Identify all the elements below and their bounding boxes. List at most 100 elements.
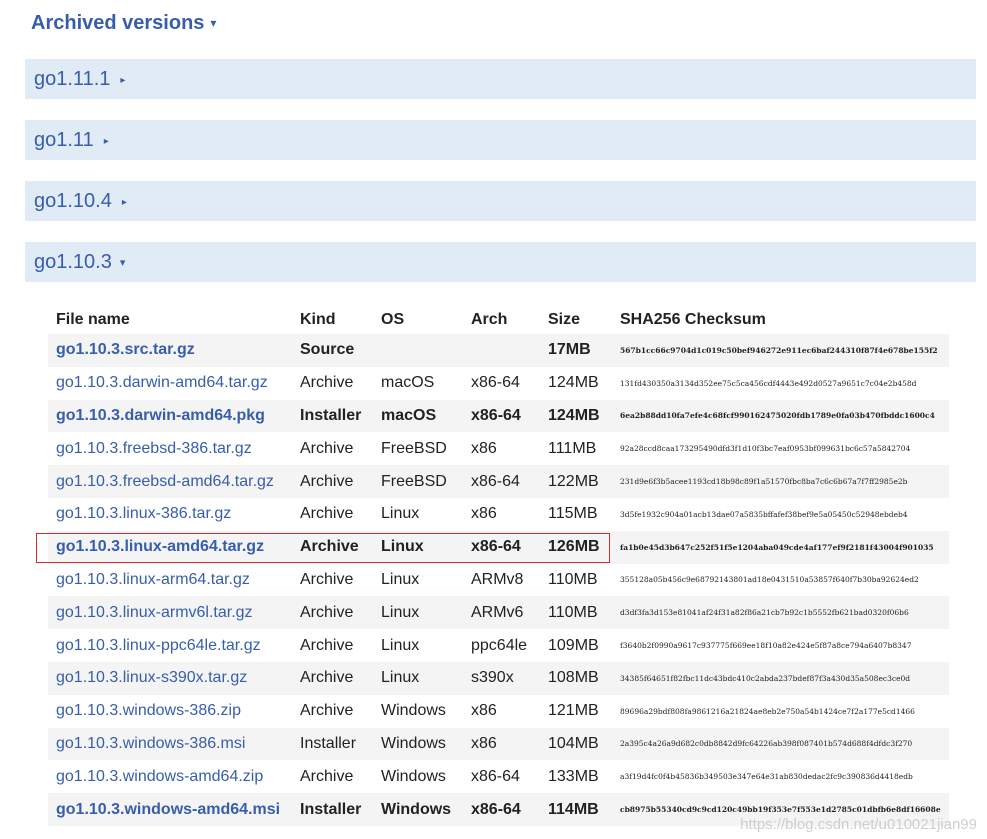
os-cell: Linux [373, 530, 463, 564]
kind-cell: Installer [292, 727, 373, 761]
sha256-cell: d3df3fa3d153e81041af24f31a82f86a21cb7b92… [612, 596, 949, 630]
downloads-table: File name Kind OS Arch Size SHA256 Check… [48, 306, 949, 826]
file-name-link[interactable]: go1.10.3.freebsd-amd64.tar.gz [56, 473, 274, 490]
arch-cell: x86 [471, 439, 497, 457]
file-name-link[interactable]: go1.10.3.windows-amd64.msi [56, 801, 280, 818]
arch-cell: x86-64 [463, 793, 540, 826]
kind-cell: Archive [292, 596, 373, 630]
table-row: go1.10.3.darwin-amd64.pkg Installer macOS x… [48, 399, 949, 433]
arch-cell: s390x [463, 661, 540, 695]
sha256-cell: 131fd430350a3134d352ee75c5ca456cdf4443e4… [620, 378, 917, 388]
file-name-cell: go1.10.3.src.tar.gz [48, 334, 292, 367]
table-row: go1.10.3.linux-armv6l.tar.gz Archive Linux… [48, 596, 949, 630]
version-toggle-go1-10-3[interactable]: go1.10.3 ▾ [25, 242, 976, 282]
size-cell: 111MB [548, 439, 597, 457]
os-cell: Linux [381, 570, 420, 588]
sha256-cell: 92a28ccd8caa173295490dfd3f1d10f3bc7eaf09… [620, 444, 911, 454]
file-name-link[interactable]: go1.10.3.linux-amd64.tar.gz [56, 538, 264, 555]
size-cell: 126MB [540, 530, 612, 564]
os-cell: Linux [381, 505, 420, 523]
size-cell: 17MB [540, 334, 612, 367]
file-name-cell: go1.10.3.windows-386.zip [48, 695, 292, 728]
version-toggle-go1-11[interactable]: go1.11 ▸ [25, 120, 976, 160]
sha256-cell: 89696a29bdf808fa9861216a21824ae8eb2e750a… [620, 706, 915, 716]
os-cell: Linux [373, 661, 463, 695]
version-toggle-go1-10-4[interactable]: go1.10.4 ▸ [25, 181, 976, 221]
file-name-cell: go1.10.3.linux-arm64.tar.gz [48, 564, 292, 597]
size-cell: 124MB [548, 374, 599, 392]
arch-cell: x86-64 [471, 767, 520, 785]
table-row: go1.10.3.windows-amd64.zip Archive Windows… [48, 760, 949, 793]
file-name-link[interactable]: go1.10.3.darwin-amd64.tar.gz [56, 374, 268, 391]
kind-cell: Archive [292, 530, 373, 564]
file-name-link[interactable]: go1.10.3.windows-amd64.zip [56, 768, 263, 785]
kind-cell: Archive [292, 661, 373, 695]
file-name-link[interactable]: go1.10.3.windows-386.zip [56, 702, 241, 719]
sha256-cell: 6ea2b88dd10fa7efe4c68fcf990162475020fdb1… [612, 399, 949, 433]
sha256-cell: 567b1cc66c9704d1c019c50bef946272e911ec6b… [612, 334, 949, 367]
version-label: go1.11 [34, 129, 94, 151]
file-name-link[interactable]: go1.10.3.darwin-amd64.pkg [56, 407, 265, 424]
table-row: go1.10.3.linux-386.tar.gz Archive Linux x86… [48, 498, 949, 531]
kind-cell: Archive [300, 702, 354, 720]
os-cell: FreeBSD [373, 465, 463, 498]
file-name-cell: go1.10.3.linux-386.tar.gz [48, 498, 292, 531]
file-name-link[interactable]: go1.10.3.linux-arm64.tar.gz [56, 571, 250, 588]
file-name-link[interactable]: go1.10.3.src.tar.gz [56, 341, 195, 358]
arch-cell: x86-64 [463, 399, 540, 433]
file-name-cell: go1.10.3.linux-armv6l.tar.gz [48, 596, 292, 630]
os-cell [373, 334, 463, 367]
file-name-cell: go1.10.3.windows-amd64.zip [48, 760, 292, 793]
file-name-link[interactable]: go1.10.3.linux-386.tar.gz [56, 505, 231, 522]
table-row: go1.10.3.windows-386.zip Archive Windows x8… [48, 695, 949, 728]
kind-cell: Installer [292, 399, 373, 433]
version-label: go1.10.3 [34, 251, 112, 273]
os-cell: Linux [381, 636, 420, 654]
triangle-right-icon: ▸ [121, 197, 127, 208]
triangle-down-icon: ▾ [119, 257, 126, 269]
sha256-cell: f3640b2f0990a9617c937775f669ee18f10a82e4… [620, 641, 912, 651]
watermark-text: https://blog.csdn.net/u010021jian99 [740, 816, 977, 833]
col-header-size: Size [548, 311, 581, 328]
size-cell: 110MB [540, 596, 612, 630]
version-toggle-go1-11-1[interactable]: go1.11.1 ▸ [25, 59, 976, 99]
os-cell: Linux [373, 596, 463, 630]
col-header-os: OS [381, 311, 405, 328]
table-row: go1.10.3.darwin-amd64.tar.gz Archive macOS… [48, 367, 949, 400]
table-row: go1.10.3.linux-arm64.tar.gz Archive Linux A… [48, 564, 949, 597]
triangle-right-icon: ▸ [120, 75, 126, 86]
file-name-cell: go1.10.3.freebsd-amd64.tar.gz [48, 465, 292, 498]
sha256-cell: 2a395c4a26a9d682c0db8842d9fc64226ab398f0… [612, 727, 949, 761]
sha256-cell: 34385f64651f82fbc11dc43bdc410c2abda237bd… [612, 661, 949, 695]
file-name-cell: go1.10.3.windows-386.msi [48, 727, 292, 761]
kind-cell: Archive [300, 374, 354, 392]
col-header-kind: Kind [300, 311, 336, 328]
size-cell: 104MB [540, 727, 612, 761]
table-row: go1.10.3.freebsd-amd64.tar.gz Archive Free… [48, 465, 949, 498]
file-name-link[interactable]: go1.10.3.linux-ppc64le.tar.gz [56, 637, 261, 654]
file-name-link[interactable]: go1.10.3.freebsd-386.tar.gz [56, 440, 252, 457]
kind-cell: Installer [292, 793, 373, 826]
arch-cell: ARMv6 [463, 596, 540, 630]
arch-cell: x86-64 [463, 530, 540, 564]
file-name-link[interactable]: go1.10.3.linux-s390x.tar.gz [56, 669, 247, 686]
os-cell: Windows [381, 702, 446, 720]
os-cell: FreeBSD [381, 439, 447, 457]
col-header-sha: SHA256 Checksum [620, 311, 766, 328]
table-row: go1.10.3.linux-s390x.tar.gz Archive Linux s… [48, 661, 949, 695]
caret-down-icon: ▾ [210, 16, 217, 30]
size-cell: 122MB [540, 465, 612, 498]
archived-versions-heading[interactable]: Archived versions ▾ [31, 12, 216, 35]
file-name-link[interactable]: go1.10.3.linux-armv6l.tar.gz [56, 604, 253, 621]
size-cell: 121MB [548, 702, 599, 720]
file-name-cell: go1.10.3.freebsd-386.tar.gz [48, 432, 292, 465]
kind-cell: Archive [300, 505, 354, 523]
col-header-file: File name [56, 311, 130, 328]
arch-cell: x86-64 [463, 465, 540, 498]
file-name-cell: go1.10.3.windows-amd64.msi [48, 793, 292, 826]
size-cell: 133MB [548, 767, 599, 785]
file-name-cell: go1.10.3.darwin-amd64.pkg [48, 399, 292, 433]
file-name-link[interactable]: go1.10.3.windows-386.msi [56, 735, 245, 752]
kind-cell: Archive [300, 439, 354, 457]
size-cell: 124MB [540, 399, 612, 433]
